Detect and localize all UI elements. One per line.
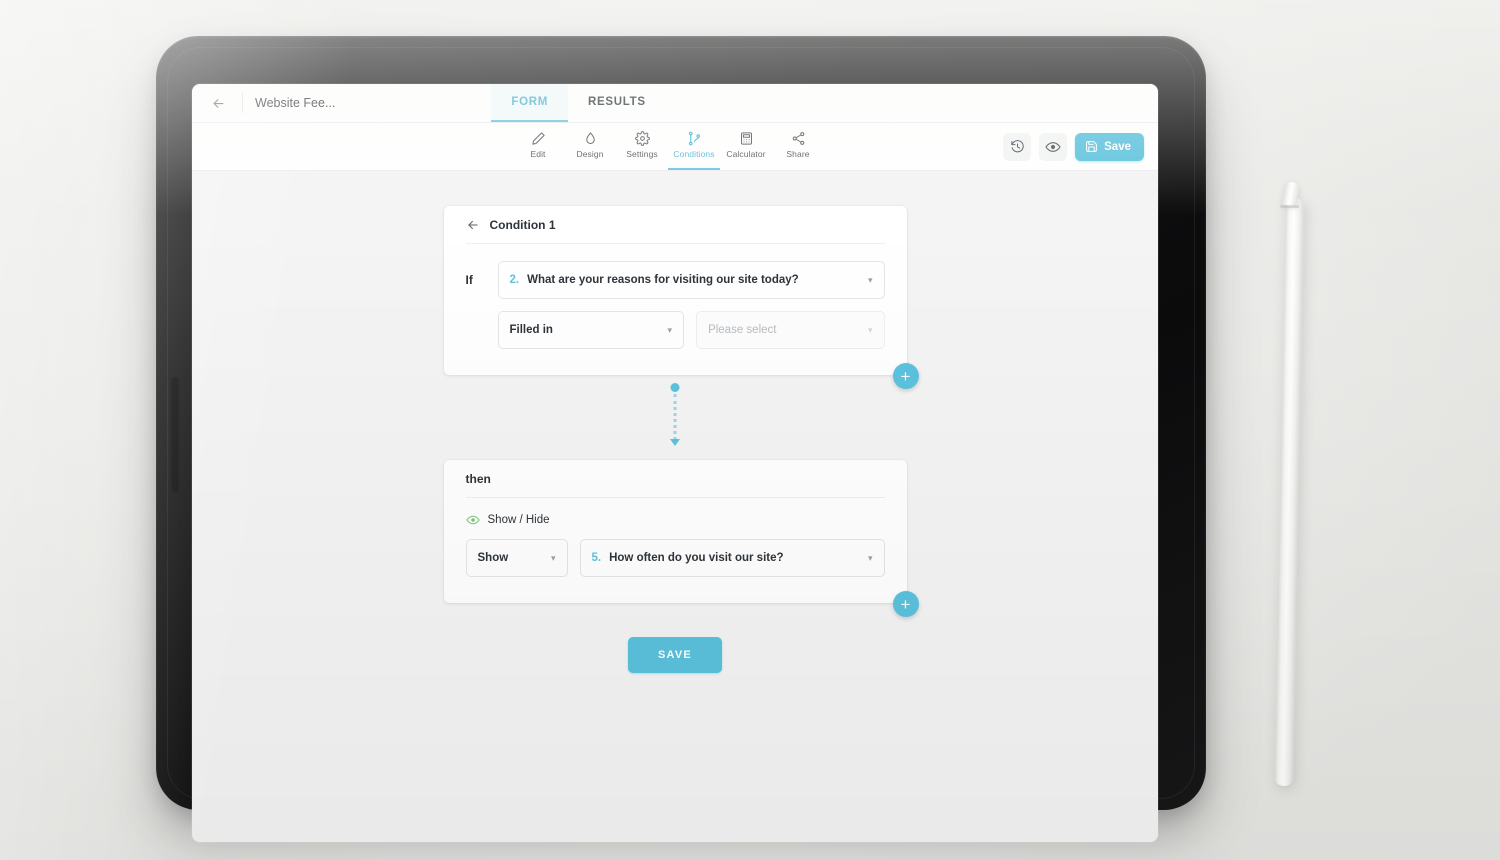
footer-save-wrap: SAVE <box>192 603 1158 673</box>
tool-settings[interactable]: Settings <box>616 123 668 170</box>
tool-design[interactable]: Design <box>564 123 616 170</box>
tool-share[interactable]: Share <box>772 123 824 170</box>
pencil-icon <box>531 131 546 146</box>
condition-back-icon[interactable] <box>466 218 480 232</box>
back-arrow-icon[interactable] <box>206 91 230 115</box>
chevron-down-icon: ▾ <box>550 552 556 563</box>
tool-calculator[interactable]: Calculator <box>720 123 772 170</box>
then-target-number: 5. <box>591 552 602 564</box>
calculator-icon <box>739 131 754 146</box>
tool-calculator-label: Calculator <box>726 149 766 159</box>
floppy-disk-icon <box>1085 140 1098 153</box>
tab-results[interactable]: RESULTS <box>568 84 666 122</box>
save-condition-button[interactable]: SAVE <box>628 637 722 673</box>
condition-card: Condition 1 If 2. What are your reasons … <box>443 206 919 389</box>
droplet-icon <box>583 131 598 146</box>
flow-connector <box>444 375 907 460</box>
save-button-label: Save <box>1104 140 1131 153</box>
topbar-divider <box>242 93 243 113</box>
chevron-down-icon: ▾ <box>667 324 673 335</box>
chevron-down-icon: ▾ <box>867 552 873 563</box>
tool-edit-label: Edit <box>530 149 546 159</box>
condition-question-select[interactable]: 2. What are your reasons for visiting ou… <box>497 261 885 299</box>
show-hide-eye-icon <box>465 513 480 527</box>
tool-group: Edit Design Settings Conditions Calculat… <box>512 123 824 170</box>
if-row: If 2. What are your reasons for visiting… <box>466 244 885 299</box>
tool-design-label: Design <box>576 149 604 159</box>
tool-edit[interactable]: Edit <box>512 123 564 170</box>
then-target-select[interactable]: 5. How often do you visit our site? ▾ <box>579 539 885 577</box>
tablet-device: Website Fee... FORM RESULTS Edit Design … <box>156 36 1206 842</box>
topbar-tabs: FORM RESULTS <box>491 84 665 122</box>
conditions-canvas: Condition 1 If 2. What are your reasons … <box>192 171 1158 842</box>
tool-settings-label: Settings <box>626 149 658 159</box>
tool-conditions-label: Conditions <box>673 149 715 159</box>
then-action-select[interactable]: Show ▾ <box>465 539 568 577</box>
condition-operator-select[interactable]: Filled in ▾ <box>497 311 685 349</box>
tablet-side-button[interactable] <box>170 376 180 494</box>
photo-scene: Website Fee... FORM RESULTS Edit Design … <box>0 0 1500 860</box>
stylus-flat-edge <box>1279 204 1300 209</box>
toolbar-actions: Save <box>1003 132 1144 161</box>
condition-card-header: Condition 1 <box>465 206 885 244</box>
connector-dotted-line <box>673 394 677 440</box>
tablet-screen: Website Fee... FORM RESULTS Edit Design … <box>192 84 1158 842</box>
tool-share-label: Share <box>786 149 810 159</box>
then-action-value: Show <box>477 552 509 564</box>
gear-icon <box>634 131 650 146</box>
stylus-pencil <box>1274 197 1305 787</box>
preview-eye-icon[interactable] <box>1039 132 1068 161</box>
app-toolbar: Edit Design Settings Conditions Calculat… <box>192 123 1158 171</box>
then-target-text: How often do you visit our site? <box>609 552 784 564</box>
condition-operator-value: Filled in <box>509 324 553 336</box>
form-title[interactable]: Website Fee... <box>255 96 335 110</box>
condition-value-select[interactable]: Please select ▾ <box>696 311 885 349</box>
tab-form[interactable]: FORM <box>491 84 569 122</box>
then-action-row: Show ▾ 5. How often do you visit our sit… <box>465 527 885 603</box>
branch-icon <box>687 131 702 146</box>
if-label: If <box>465 273 473 287</box>
condition-question-text: What are your reasons for visiting our s… <box>527 274 799 286</box>
history-clock-icon[interactable] <box>1003 132 1032 161</box>
tool-conditions[interactable]: Conditions <box>668 123 720 170</box>
condition-operator-row: Filled in ▾ Please select ▾ <box>466 299 885 375</box>
then-action-type-label: Show / Hide <box>487 514 550 526</box>
then-title: then <box>465 460 885 498</box>
app-topbar: Website Fee... FORM RESULTS <box>192 84 1158 123</box>
topbar-left-group: Website Fee... <box>192 84 335 122</box>
share-nodes-icon <box>791 131 806 146</box>
save-button[interactable]: Save <box>1075 132 1144 161</box>
then-action-type-row: Show / Hide <box>465 498 885 527</box>
chevron-down-icon: ▾ <box>867 324 873 335</box>
condition-question-number: 2. <box>509 274 520 286</box>
condition-value-placeholder: Please select <box>708 324 777 336</box>
condition-title: Condition 1 <box>489 217 556 232</box>
chevron-down-icon: ▾ <box>867 274 873 285</box>
add-action-button[interactable]: + <box>892 591 919 617</box>
then-card: then Show / Hide Show ▾ 5. How often do … <box>443 460 919 617</box>
connector-arrow-icon <box>670 439 680 446</box>
connector-dot <box>670 383 680 392</box>
